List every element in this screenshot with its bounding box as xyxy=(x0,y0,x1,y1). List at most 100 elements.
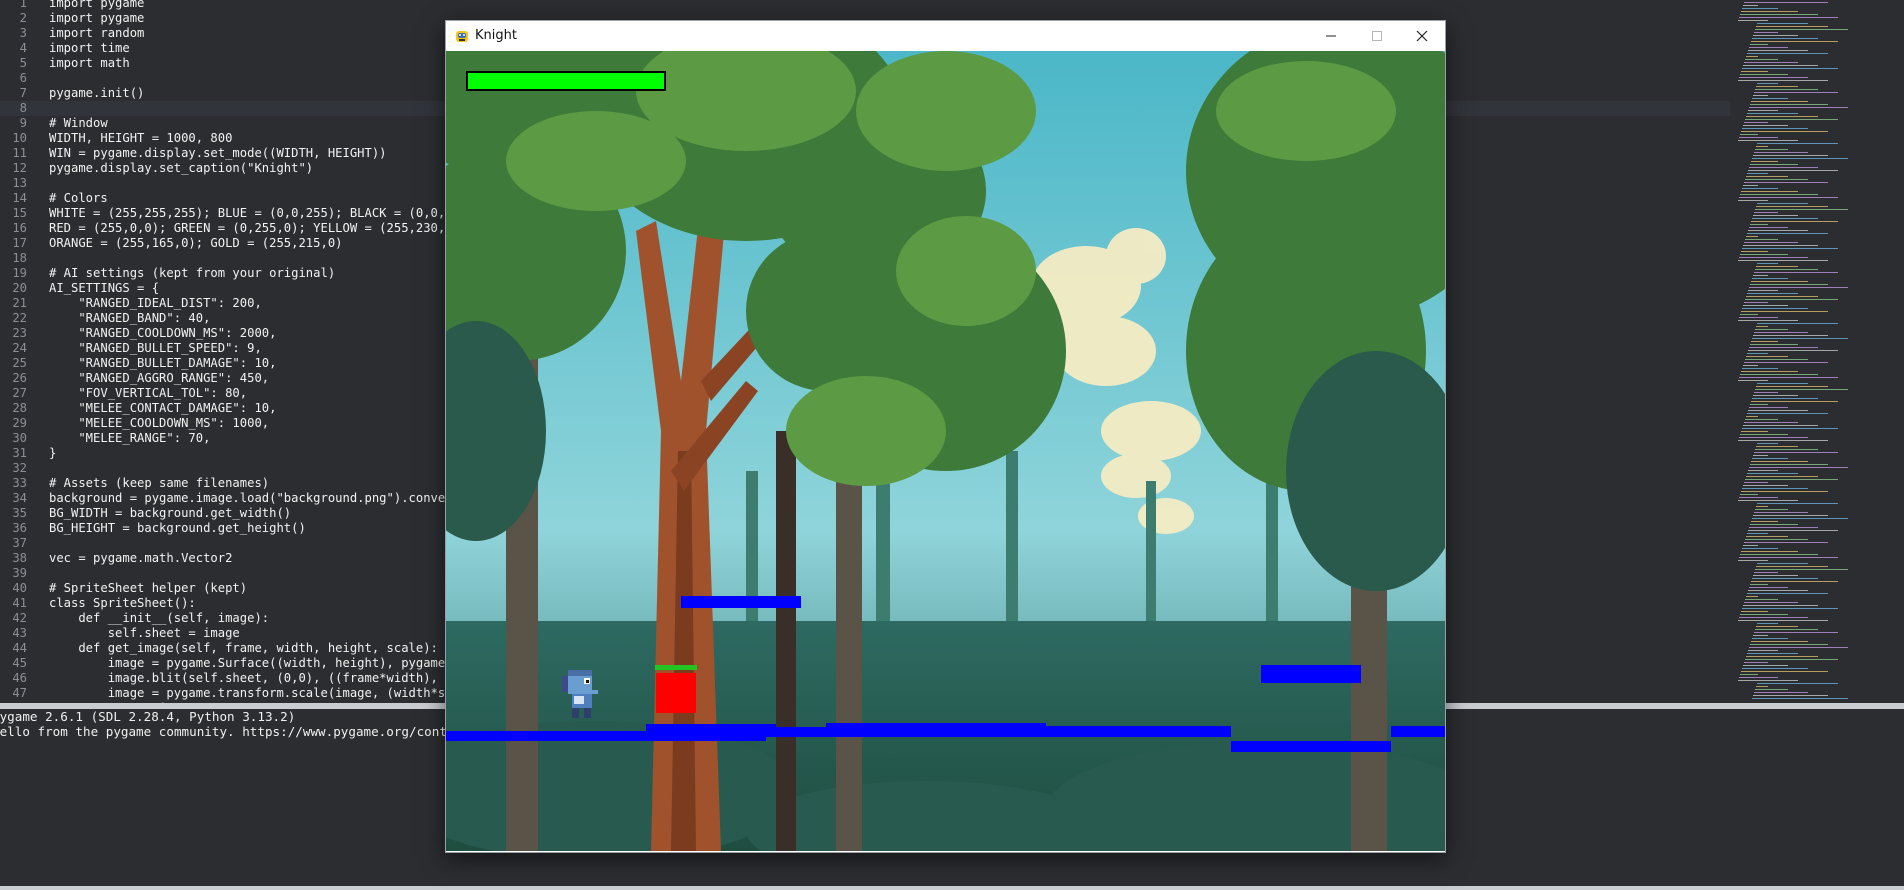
minimap-line xyxy=(1753,95,1768,96)
game-window[interactable]: Knight xyxy=(445,20,1446,853)
minimap-line xyxy=(1746,476,1818,477)
code-line: 10 WIDTH, HEIGHT = 1000, 800 xyxy=(0,131,232,146)
minimap-line xyxy=(1741,551,1798,552)
minimap-line xyxy=(1754,692,1808,693)
minimap-line xyxy=(1749,107,1848,108)
code-text: BG_WIDTH = background.get_width() xyxy=(49,506,292,520)
minimap-line xyxy=(1748,590,1808,591)
minimap-line xyxy=(1752,38,1818,39)
minimap-line xyxy=(1745,119,1838,120)
code-line: 7 pygame.init() xyxy=(0,86,145,101)
code-text: # AI settings (kept from your original) xyxy=(49,266,336,280)
line-number: 24 xyxy=(12,341,27,355)
minimap-line xyxy=(1746,56,1758,57)
minimap-line xyxy=(1756,206,1828,207)
minimap-line xyxy=(1740,254,1788,255)
maximize-button[interactable] xyxy=(1354,21,1400,51)
minimap-line xyxy=(1743,245,1818,246)
minimap-line xyxy=(1739,257,1808,258)
minimap-line xyxy=(1750,164,1798,165)
code-text: "RANGED_COOLDOWN_MS": 2000, xyxy=(49,326,277,340)
line-number: 47 xyxy=(12,686,27,700)
minimap-line xyxy=(1745,179,1808,180)
code-text: RED = (255,0,0); GREEN = (0,255,0); YELL… xyxy=(49,221,460,235)
minimap-line xyxy=(1739,377,1838,378)
minimap-line xyxy=(1754,212,1778,213)
minimap-line xyxy=(1752,578,1818,579)
code-line: 24 "RANGED_BULLET_SPEED": 9, xyxy=(0,341,261,356)
line-number: 29 xyxy=(12,416,27,430)
minimap-line xyxy=(1749,467,1848,468)
minimap-line xyxy=(1747,473,1798,474)
ground-platform xyxy=(1016,726,1231,737)
line-number: 44 xyxy=(12,641,27,655)
minimap-line xyxy=(1757,23,1808,24)
code-line: 15 WHITE = (255,255,255); BLUE = (0,0,255… xyxy=(0,206,460,221)
code-line: 9 # Window xyxy=(0,116,108,131)
minimap[interactable] xyxy=(1730,0,1904,703)
minimap-line xyxy=(1755,449,1818,450)
code-line: 20 AI_SETTINGS = { xyxy=(0,281,159,296)
line-number: 13 xyxy=(12,176,27,190)
minimap-line xyxy=(1749,407,1788,408)
minimap-line xyxy=(1738,140,1798,141)
minimap-line xyxy=(1757,503,1838,504)
minimap-line xyxy=(1738,380,1768,381)
minimap-line xyxy=(1744,422,1798,423)
minimap-line xyxy=(1743,185,1758,186)
code-line: 17 ORANGE = (255,165,0); GOLD = (255,215,… xyxy=(0,236,343,251)
minimap-line xyxy=(1744,122,1768,123)
line-number: 14 xyxy=(12,191,27,205)
code-text: } xyxy=(49,446,57,460)
code-line: 23 "RANGED_COOLDOWN_MS": 2000, xyxy=(0,326,276,341)
line-number: 25 xyxy=(12,356,27,370)
minimap-line xyxy=(1750,104,1828,105)
minimize-button[interactable] xyxy=(1308,21,1354,51)
minimap-line xyxy=(1745,539,1808,540)
minimap-line xyxy=(1739,317,1778,318)
minimap-line xyxy=(1742,188,1778,189)
minimap-line xyxy=(1756,566,1828,567)
minimap-line xyxy=(1755,329,1788,330)
minimap-line xyxy=(1752,458,1788,459)
code-text: ORANGE = (255,165,0); GOLD = (255,215,0) xyxy=(49,236,343,250)
line-number: 5 xyxy=(19,56,27,70)
code-text: import pygame xyxy=(49,0,145,10)
minimap-line xyxy=(1739,557,1838,558)
code-line: 45 image = pygame.Surface((width, height… xyxy=(0,656,518,671)
minimap-line xyxy=(1757,203,1808,204)
minimap-line xyxy=(1748,530,1838,531)
game-canvas[interactable] xyxy=(446,51,1445,851)
line-number: 2 xyxy=(19,11,27,25)
minimap-line xyxy=(1743,665,1788,666)
minimap-line xyxy=(1740,74,1788,75)
close-icon xyxy=(1416,30,1428,42)
code-line: 22 "RANGED_BAND": 40, xyxy=(0,311,210,326)
minimap-line xyxy=(1753,335,1828,336)
minimap-line xyxy=(1751,281,1808,282)
minimap-line xyxy=(1739,437,1808,438)
minimap-line xyxy=(1751,341,1778,342)
line-number: 22 xyxy=(12,311,27,325)
line-number: 27 xyxy=(12,386,27,400)
minimap-line xyxy=(1753,275,1768,276)
line-number: 17 xyxy=(12,236,27,250)
console-line: pygame 2.6.1 (SDL 2.28.4, Python 3.13.2) xyxy=(0,709,296,724)
window-titlebar[interactable]: Knight xyxy=(446,21,1445,51)
minimap-line xyxy=(1739,197,1838,198)
minimap-line xyxy=(1739,677,1778,678)
minimap-line xyxy=(1749,527,1818,528)
code-text: AI_SETTINGS = { xyxy=(49,281,160,295)
minimap-line xyxy=(1742,548,1778,549)
minimap-line xyxy=(1749,287,1848,288)
minimap-line xyxy=(1752,398,1818,399)
minimap-line xyxy=(1741,71,1768,72)
minimap-line xyxy=(1744,662,1768,663)
minimap-line xyxy=(1743,605,1818,606)
line-number: 43 xyxy=(12,626,27,640)
close-button[interactable] xyxy=(1399,21,1445,51)
minimap-line xyxy=(1757,143,1838,144)
minimap-line xyxy=(1755,509,1788,510)
minimap-line xyxy=(1750,224,1768,225)
minimap-line xyxy=(1755,629,1818,630)
